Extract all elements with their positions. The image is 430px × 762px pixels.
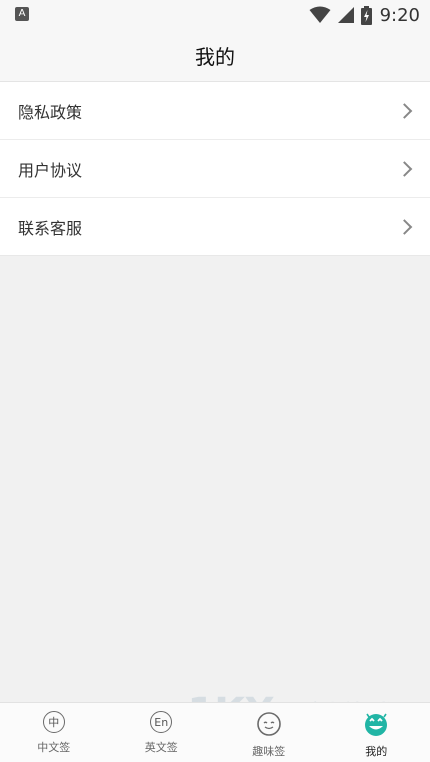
wifi-icon — [309, 6, 331, 23]
tab-label: 趣味签 — [252, 745, 286, 758]
tab-mine[interactable]: 我的 — [323, 703, 430, 762]
bottom-tab-bar: 中 中文签 En 英文签 趣味签 我的 — [0, 702, 430, 762]
page-title: 我的 — [195, 45, 235, 69]
menu-item-user-agreement[interactable]: 用户协议 — [0, 140, 430, 198]
chevron-right-icon — [396, 102, 413, 119]
settings-menu: 隐私政策 用户协议 联系客服 — [0, 82, 430, 256]
app-screen: A 9:20 我的 隐私政策 用户协议 联系客服 中 中文签 En 英文签 趣味… — [0, 0, 430, 762]
menu-item-label: 联系客服 — [18, 218, 83, 238]
tab-label: 英文签 — [144, 741, 178, 754]
status-bar: A 9:20 — [0, 0, 430, 30]
status-indicators: 9:20 — [309, 4, 420, 26]
notification-a-icon: A — [15, 7, 29, 21]
profile-face-icon — [365, 713, 388, 736]
english-sign-icon: En — [150, 711, 173, 733]
menu-item-privacy-policy[interactable]: 隐私政策 — [0, 82, 430, 140]
tab-english-sign[interactable]: En 英文签 — [108, 703, 216, 762]
menu-item-label: 用户协议 — [18, 160, 83, 180]
menu-item-contact-support[interactable]: 联系客服 — [0, 198, 430, 255]
status-time: 9:20 — [379, 4, 420, 26]
fun-face-icon — [256, 712, 281, 736]
battery-icon — [360, 5, 372, 25]
title-bar: 我的 — [0, 30, 430, 82]
chinese-sign-icon: 中 — [42, 711, 65, 733]
tab-label: 中文签 — [37, 741, 71, 754]
chevron-right-icon — [396, 218, 413, 235]
signal-icon — [337, 7, 354, 23]
tab-chinese-sign[interactable]: 中 中文签 — [0, 703, 108, 762]
tab-label: 我的 — [365, 745, 388, 758]
chevron-right-icon — [396, 160, 413, 177]
menu-item-label: 隐私政策 — [18, 102, 83, 122]
tab-fun-sign[interactable]: 趣味签 — [215, 703, 323, 762]
